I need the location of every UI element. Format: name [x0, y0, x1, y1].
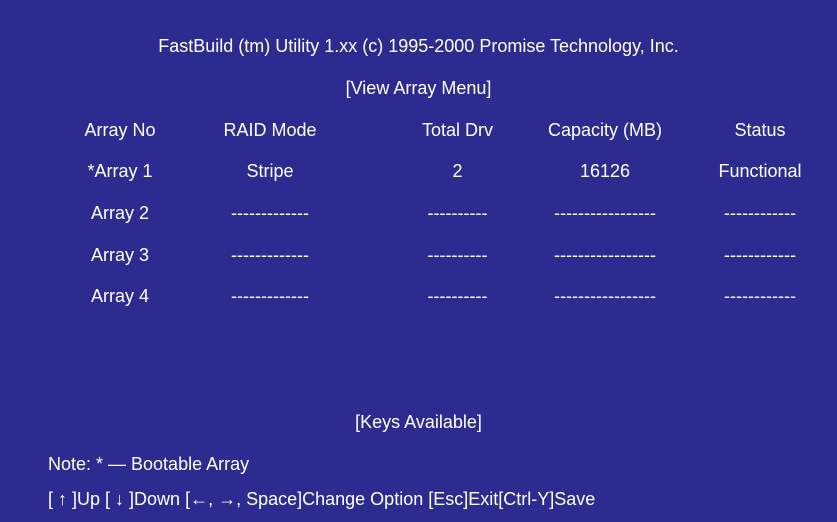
- key-change-option-hint: [←, →, Space]Change Option: [185, 489, 424, 509]
- menu-title: [View Array Menu]: [345, 78, 492, 98]
- total-drv-cell: ----------: [427, 203, 488, 223]
- utility-title: FastBuild (tm) Utility 1.xx (c) 1995-200…: [158, 36, 679, 56]
- key-down-hint: [ ↓ ]Down: [105, 489, 181, 509]
- capacity-cell: -----------------: [554, 286, 656, 306]
- array-no-cell: Array 4: [90, 286, 150, 306]
- capacity-cell: -----------------: [554, 245, 656, 265]
- key-exit-hint: [Esc]Exit: [428, 489, 499, 509]
- total-drv-cell: 2: [452, 161, 463, 181]
- array-no-cell: Array 3: [90, 245, 150, 265]
- raid-mode-cell: -------------: [231, 203, 309, 223]
- raid-mode-cell: -------------: [231, 286, 309, 306]
- column-header-total-drv: Total Drv: [421, 120, 493, 140]
- column-header-capacity: Capacity (MB): [547, 120, 663, 140]
- raid-mode-cell: Stripe: [246, 161, 294, 181]
- column-header-status: Status: [734, 120, 786, 140]
- key-save-hint: [Ctrl-Y]Save: [498, 489, 596, 509]
- key-up-hint: [ ↑ ]Up: [48, 489, 101, 509]
- status-cell: ------------: [724, 245, 796, 265]
- total-drv-cell: ----------: [427, 286, 488, 306]
- bootable-note: Note: * — Bootable Array: [48, 454, 250, 474]
- column-header-array-no: Array No: [84, 120, 156, 140]
- raid-mode-cell: -------------: [231, 245, 309, 265]
- status-cell: ------------: [724, 203, 796, 223]
- bios-screen: FastBuild (tm) Utility 1.xx (c) 1995-200…: [0, 0, 837, 522]
- capacity-cell: -----------------: [554, 203, 656, 223]
- array-no-cell: Array 2: [90, 203, 150, 223]
- column-header-raid-mode: RAID Mode: [223, 120, 317, 140]
- status-cell: ------------: [724, 286, 796, 306]
- keys-legend: [ ↑ ]Up [ ↓ ]Down [←, →, Space]Change Op…: [48, 488, 595, 510]
- total-drv-cell: ----------: [427, 245, 488, 265]
- keys-available-title: [Keys Available]: [355, 412, 482, 432]
- status-cell: Functional: [718, 161, 802, 181]
- capacity-cell: 16126: [579, 161, 631, 181]
- array-no-cell: *Array 1: [87, 161, 153, 181]
